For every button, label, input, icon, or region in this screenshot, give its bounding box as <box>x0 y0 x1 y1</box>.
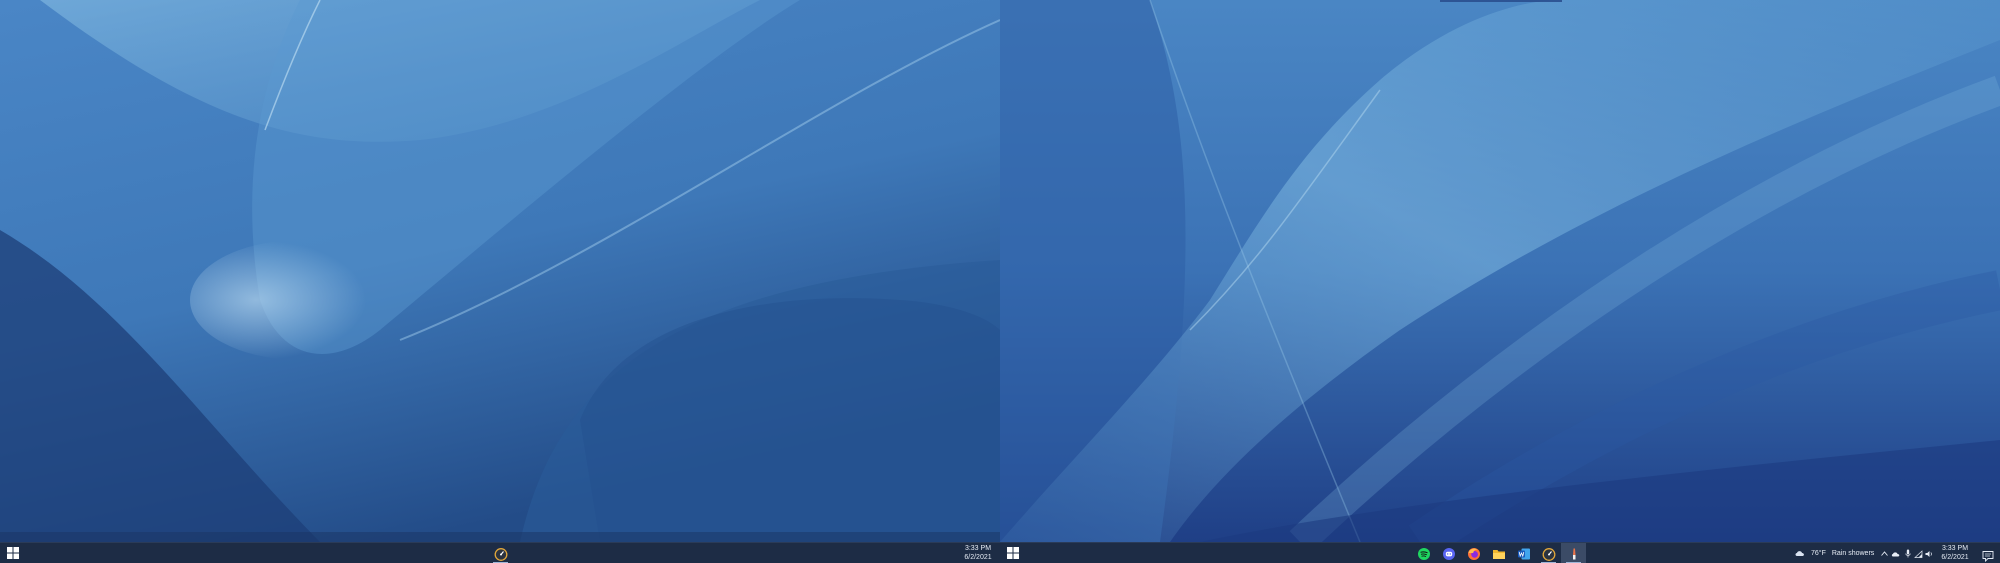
windows-logo-icon <box>1007 547 1019 559</box>
speedometer-icon <box>494 547 507 561</box>
start-button[interactable] <box>1006 546 1020 560</box>
firefox-icon <box>1467 547 1480 560</box>
taskbar-apps <box>488 543 513 563</box>
weather-widget[interactable]: 76°F Rain showers <box>1793 543 1874 563</box>
desktop-wallpaper[interactable] <box>0 0 1000 542</box>
taskbar-app-spotify[interactable] <box>1411 543 1436 563</box>
start-button[interactable] <box>6 546 20 560</box>
notification-center-button[interactable] <box>1982 547 1994 563</box>
taskbar-left: 3:33 PM 6/2/2021 <box>0 542 1000 563</box>
clock[interactable]: 3:33 PM 6/2/2021 <box>960 544 996 562</box>
weather-temperature: 76°F <box>1811 550 1826 557</box>
onedrive-cloud-icon[interactable] <box>1890 543 1902 563</box>
speedometer-icon <box>1542 547 1555 561</box>
discord-icon <box>1442 547 1455 560</box>
clock-date: 6/2/2021 <box>964 554 992 561</box>
desktop-wallpaper[interactable] <box>1000 0 2000 542</box>
chevron-up-icon[interactable] <box>1879 543 1890 563</box>
left-monitor: 3:33 PM 6/2/2021 <box>0 0 1000 563</box>
file-explorer-icon <box>1492 549 1505 559</box>
taskbar-app-word[interactable] <box>1511 543 1536 563</box>
taskbar-app-firefox[interactable] <box>1461 543 1486 563</box>
cloud-rain-icon <box>1793 543 1807 563</box>
system-tray <box>1879 543 1935 563</box>
taskbar-app-file-explorer[interactable] <box>1486 543 1511 563</box>
clock-date: 6/2/2021 <box>1941 554 1969 561</box>
clock-time: 3:33 PM <box>1941 545 1969 552</box>
taskbar-app-speedometer[interactable] <box>1536 543 1561 563</box>
taskbar-right: 76°F Rain showers 3:33 PM 6/2/2021 <box>1000 542 2000 563</box>
clock-time: 3:33 PM <box>964 545 992 552</box>
spotify-icon <box>1417 547 1430 560</box>
right-monitor: 76°F Rain showers 3:33 PM 6/2/2021 <box>1000 0 2000 563</box>
taskbar-app-active[interactable] <box>1561 543 1586 563</box>
volume-icon[interactable] <box>1924 543 1935 563</box>
app-icon <box>1572 548 1575 559</box>
taskbar-apps <box>1411 543 1586 563</box>
network-icon[interactable] <box>1913 543 1924 563</box>
clock[interactable]: 3:33 PM 6/2/2021 <box>1936 544 1974 562</box>
weather-condition: Rain showers <box>1831 550 1875 557</box>
notification-icon <box>1982 551 1994 563</box>
taskbar-app-discord[interactable] <box>1436 543 1461 563</box>
windows-logo-icon <box>7 547 19 559</box>
taskbar-app-speedometer[interactable] <box>488 543 513 563</box>
microphone-icon[interactable] <box>1902 543 1913 563</box>
word-icon <box>1517 548 1530 559</box>
